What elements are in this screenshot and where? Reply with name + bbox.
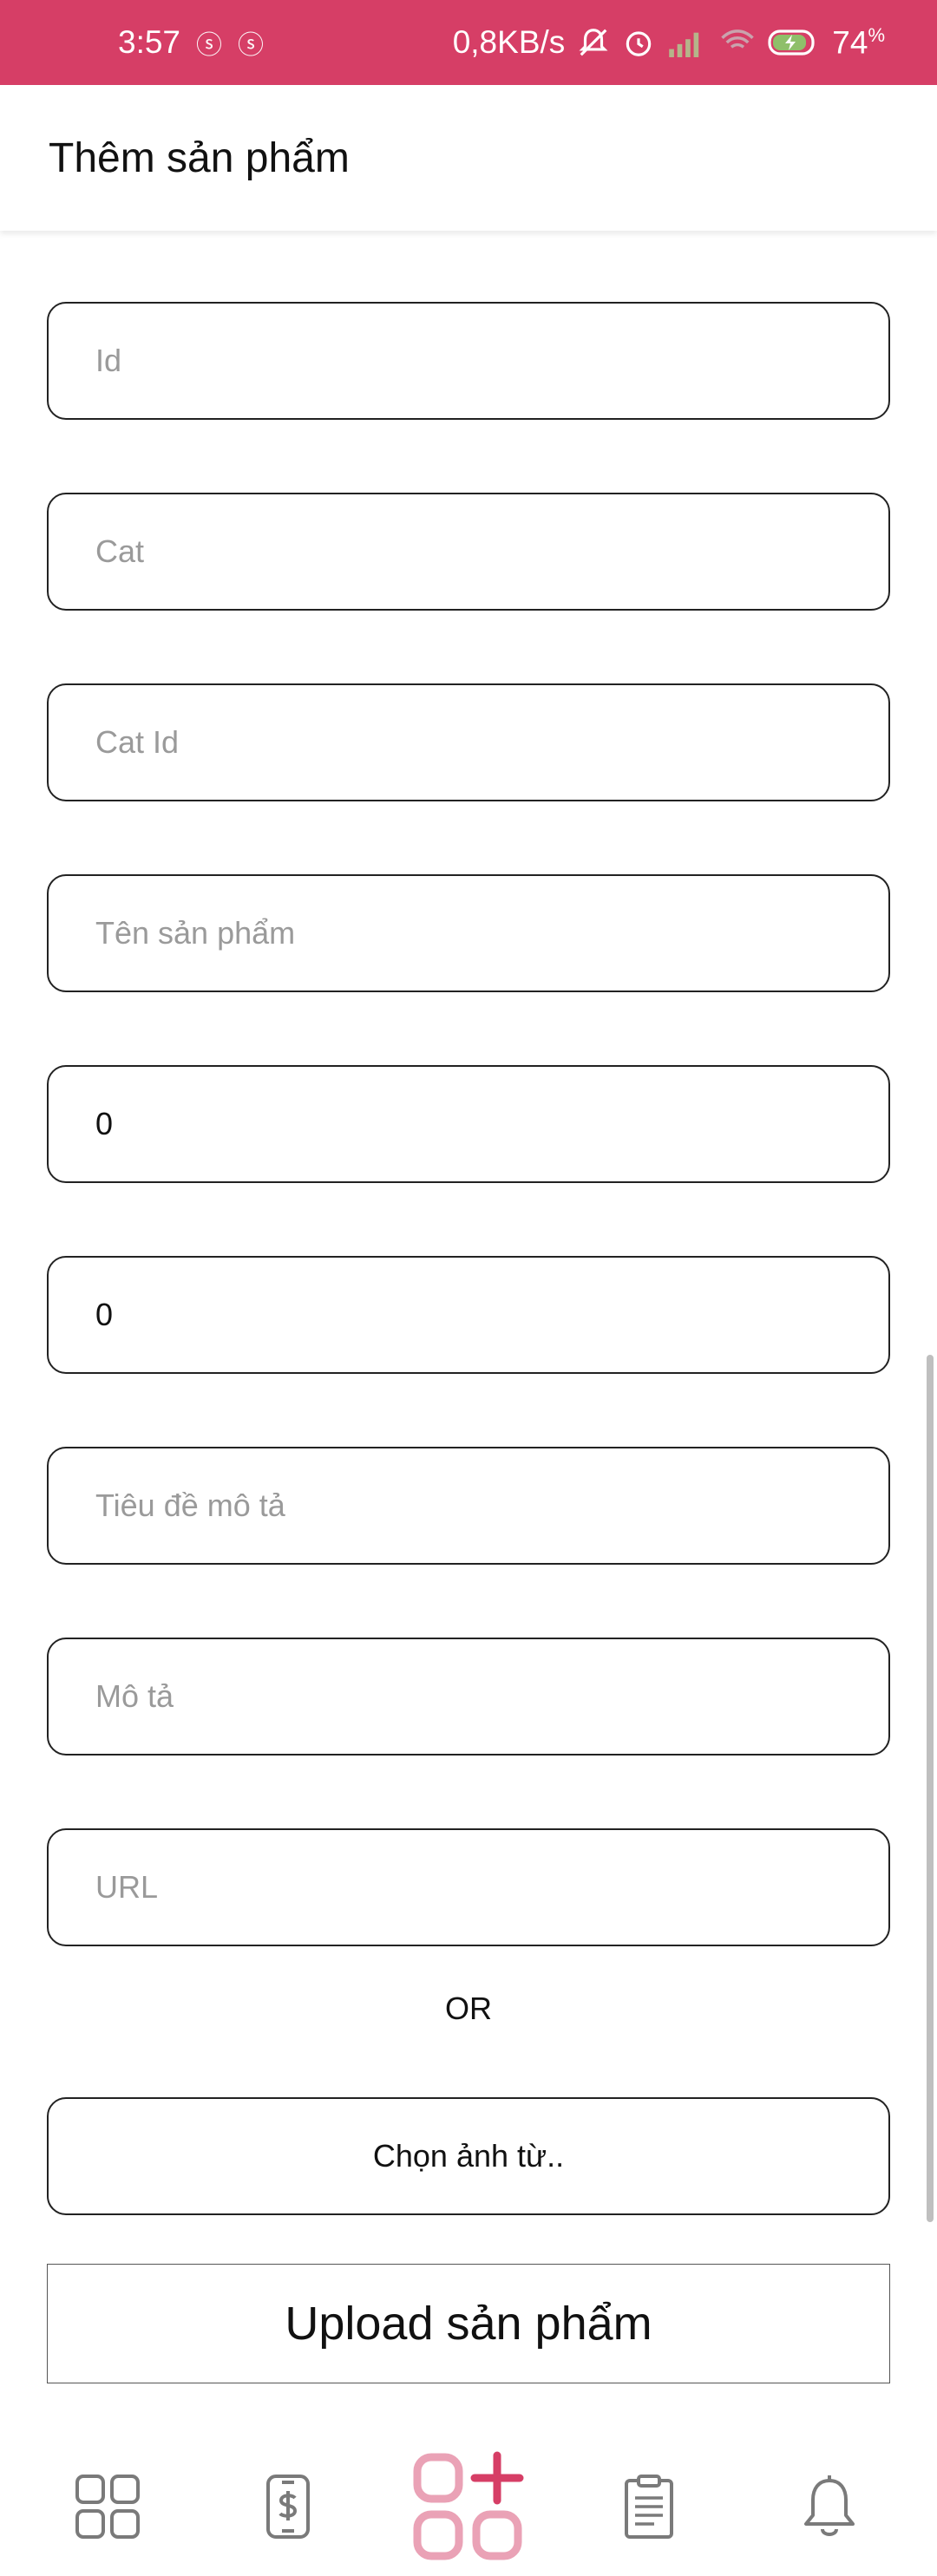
page-title: Thêm sản phẩm (49, 134, 350, 181)
nav-item-payment[interactable] (219, 2442, 357, 2572)
wifi-icon (721, 29, 755, 49)
sim-icon-2: ⓢ (238, 31, 265, 60)
or-label: OR (445, 1991, 492, 2026)
number-input-2[interactable] (95, 1297, 888, 1333)
mute-icon (579, 29, 608, 56)
nav-item-add-product[interactable] (399, 2442, 538, 2572)
bottom-nav (0, 2437, 937, 2576)
add-product-icon (413, 2451, 524, 2560)
description-title-field[interactable] (47, 1447, 890, 1565)
signal-icon (669, 32, 699, 57)
scrollbar[interactable] (927, 1355, 934, 2222)
cat-id-field[interactable] (47, 683, 890, 801)
number-field-1[interactable] (47, 1065, 890, 1183)
cat-id-input[interactable] (95, 724, 888, 761)
number-field-2[interactable] (47, 1256, 890, 1374)
nav-item-grid[interactable] (38, 2442, 177, 2572)
status-left: 3:57 ⓢ ⓢ (118, 23, 264, 62)
bell-icon (804, 2475, 855, 2536)
sim-icon: ⓢ (196, 31, 223, 60)
number-input-1[interactable] (95, 1106, 888, 1142)
id-input[interactable] (95, 343, 888, 379)
phone-dollar-icon (266, 2475, 310, 2539)
id-field[interactable] (47, 302, 890, 420)
battery-value: 74 (832, 24, 868, 61)
url-input[interactable] (95, 1869, 888, 1906)
alarm-icon (626, 31, 652, 56)
nav-item-notifications[interactable] (760, 2442, 899, 2572)
battery-icon (768, 29, 815, 56)
description-input[interactable] (95, 1678, 888, 1715)
battery-unit: % (868, 23, 885, 46)
status-time: 3:57 (118, 24, 181, 60)
description-field[interactable] (47, 1638, 890, 1755)
product-name-field[interactable] (47, 874, 890, 992)
status-right: 0,8KB/s 74% (453, 24, 885, 61)
cat-field[interactable] (47, 493, 890, 611)
clipboard-icon (625, 2475, 673, 2539)
network-speed: 0,8KB/s (452, 23, 566, 60)
choose-image-button[interactable]: Chọn ảnh từ.. (47, 2097, 890, 2215)
description-title-input[interactable] (95, 1487, 888, 1524)
app-bar: Thêm sản phẩm (0, 85, 937, 231)
url-field[interactable] (47, 1828, 890, 1946)
grid-icon (75, 2475, 140, 2539)
upload-product-button[interactable]: Upload sản phẩm (47, 2264, 890, 2383)
battery-percent: 74% (832, 24, 885, 61)
cat-input[interactable] (95, 533, 888, 570)
nav-item-orders[interactable] (580, 2442, 718, 2572)
status-bar: 3:57 ⓢ ⓢ 0,8KB/s 74% (0, 0, 937, 85)
product-name-input[interactable] (95, 915, 888, 951)
